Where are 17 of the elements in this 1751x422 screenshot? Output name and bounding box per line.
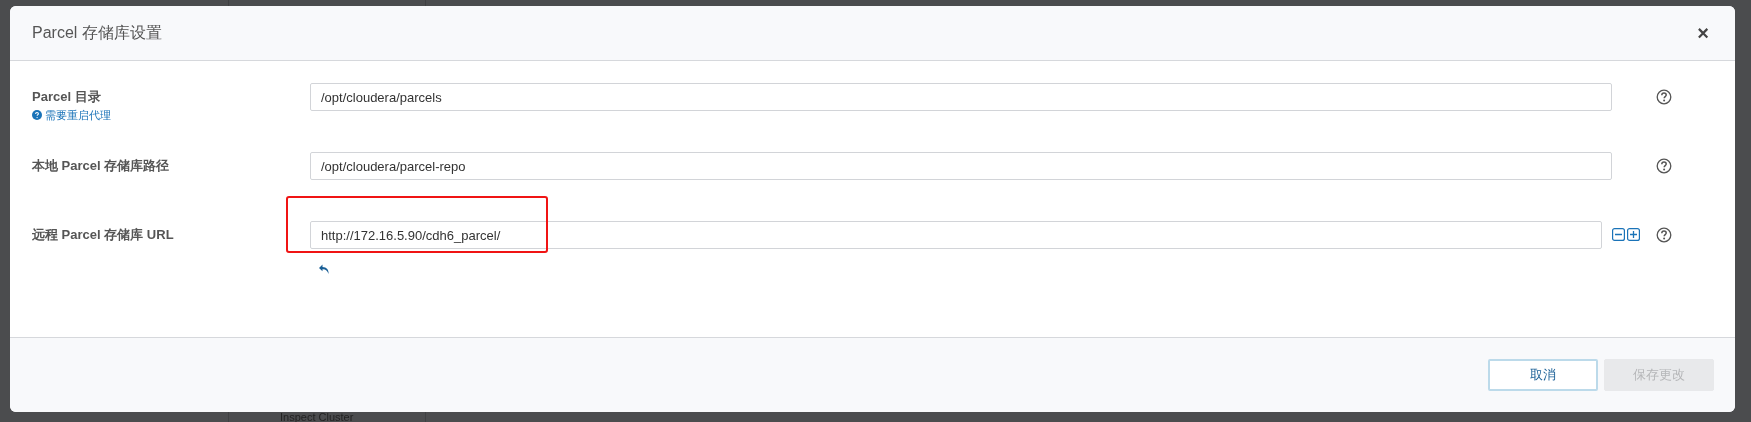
field-label: Parcel 目录	[32, 88, 102, 106]
help-icon[interactable]	[1656, 158, 1672, 174]
text-field[interactable]: http://172.16.5.90/cdh6_parcel/	[310, 221, 1602, 249]
text-field[interactable]: /opt/cloudera/parcel-repo	[310, 152, 1612, 180]
field-label: 本地 Parcel 存储库路径	[32, 157, 171, 175]
field-label: 远程 Parcel 存储库 URL	[32, 226, 175, 244]
cancel-button[interactable]: 取消	[1488, 359, 1598, 391]
text-field[interactable]: /opt/cloudera/parcels	[310, 83, 1612, 111]
close-button[interactable]: ×	[1693, 23, 1713, 43]
dialog-title: Parcel 存储库设置	[32, 23, 162, 43]
help-icon[interactable]	[1656, 89, 1672, 105]
undo-icon[interactable]	[318, 263, 330, 275]
help-icon	[32, 109, 42, 120]
restart-agent-link[interactable]: 需要重启代理	[45, 106, 111, 123]
remove-icon[interactable]	[1612, 228, 1625, 241]
help-icon[interactable]	[1656, 227, 1672, 243]
add-icon[interactable]	[1627, 228, 1640, 241]
